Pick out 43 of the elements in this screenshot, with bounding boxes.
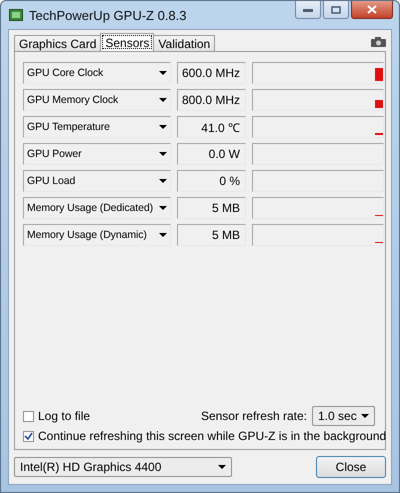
gpu-dropdown[interactable]: Intel(R) HD Graphics 4400 <box>14 457 232 477</box>
sensor-dropdown[interactable]: GPU Memory Clock <box>23 89 171 111</box>
checkbox-label: Log to file <box>38 409 90 423</box>
close-button[interactable] <box>351 1 393 19</box>
sensor-value: 5 MB <box>177 197 246 219</box>
sensor-dropdown[interactable]: GPU Core Clock <box>23 62 171 84</box>
sensor-value: 41.0 ℃ <box>177 116 246 138</box>
minimize-icon <box>303 8 313 12</box>
sensor-value: 5 MB <box>177 224 246 246</box>
app-icon <box>9 9 23 21</box>
tab[interactable]: Sensors <box>100 33 154 51</box>
sensor-dropdown[interactable]: GPU Power <box>23 143 171 165</box>
tab[interactable]: Validation <box>153 35 216 51</box>
sensor-value: 0.0 W <box>177 143 246 165</box>
sensor-dropdown[interactable]: Memory Usage (Dedicated) <box>23 197 171 219</box>
caret-icon <box>218 465 226 469</box>
sensor-dropdown[interactable]: GPU Temperature <box>23 116 171 138</box>
maximize-button[interactable] <box>323 1 349 19</box>
sensor-dropdown[interactable]: Memory Usage (Dynamic) <box>23 224 171 246</box>
caret-icon <box>159 179 167 183</box>
close-icon <box>367 5 377 14</box>
refresh-rate-label: Sensor refresh rate: <box>200 409 307 423</box>
close-dialog-button[interactable]: Close <box>316 456 386 478</box>
sensor-value: 600.0 MHz <box>177 62 246 84</box>
caret-icon <box>159 71 167 75</box>
window-title: TechPowerUp GPU-Z 0.8.3 <box>29 8 188 22</box>
sensor-value: 800.0 MHz <box>177 89 246 111</box>
caret-icon <box>159 98 167 102</box>
checkbox[interactable] <box>23 410 34 422</box>
checkbox-label: Continue refreshing this screen while GPU-Z is in the background <box>38 429 386 443</box>
checkbox[interactable] <box>23 430 34 442</box>
caret-icon <box>159 125 167 129</box>
tab[interactable]: Graphics Card <box>14 35 102 51</box>
minimize-button[interactable] <box>295 1 321 19</box>
sensor-value: 0 % <box>177 170 246 192</box>
caret-icon <box>159 206 167 210</box>
camera-icon[interactable] <box>371 37 386 47</box>
caret-icon <box>159 152 167 156</box>
caret-icon <box>361 414 369 418</box>
refresh-rate-dropdown[interactable]: 1.0 sec <box>312 406 375 426</box>
sensor-dropdown[interactable]: GPU Load <box>23 170 171 192</box>
caret-icon <box>159 233 167 237</box>
restore-icon <box>331 6 341 14</box>
